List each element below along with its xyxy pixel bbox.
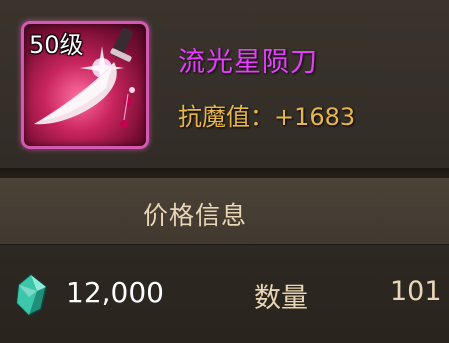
price-info-title: 价格信息 bbox=[142, 201, 247, 230]
item-name: 流光星陨刀 bbox=[178, 47, 318, 78]
stat-label: 抗魔值： bbox=[178, 103, 274, 131]
item-level-badge: 50级 bbox=[29, 31, 84, 59]
price-info-header: 价格信息 bbox=[0, 178, 449, 244]
quantity-label: 数量 bbox=[254, 283, 308, 314]
stat-value: +1683 bbox=[274, 103, 356, 131]
item-stat: 抗魔值：+1683 bbox=[178, 97, 355, 132]
quantity-value: 101 bbox=[390, 276, 442, 307]
item-icon-frame[interactable]: 50级 bbox=[21, 21, 149, 149]
section-divider bbox=[0, 168, 449, 178]
green-gem-icon bbox=[16, 274, 47, 316]
price-value: 12,000 bbox=[66, 276, 164, 309]
